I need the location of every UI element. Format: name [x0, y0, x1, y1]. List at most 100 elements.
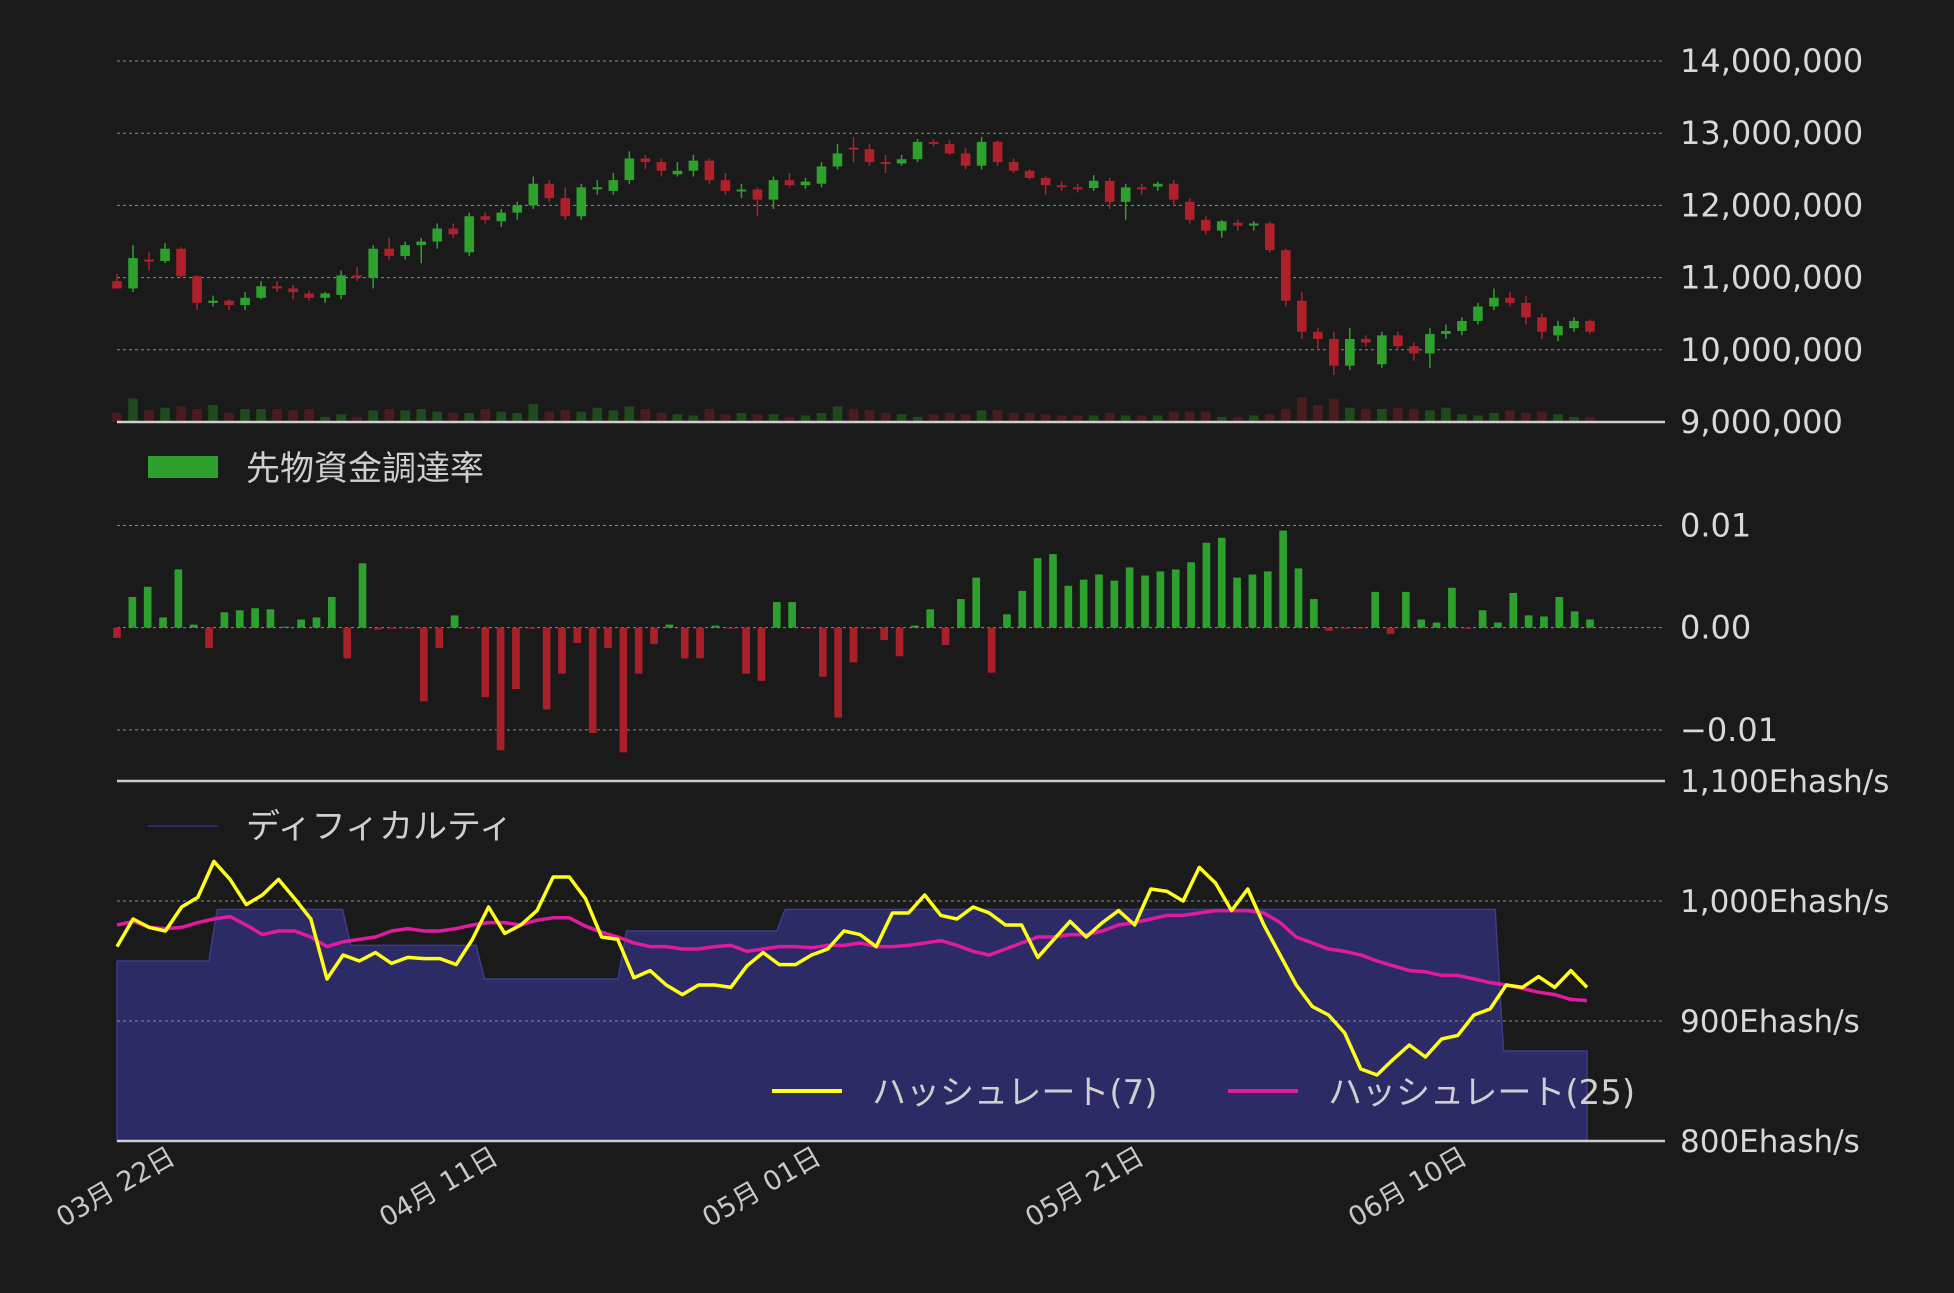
volume-bar — [128, 398, 138, 422]
funding-bar — [1064, 585, 1073, 628]
candle-body — [416, 241, 427, 246]
funding-bar — [266, 609, 275, 628]
funding-bar — [1033, 558, 1042, 628]
funding-bar — [1586, 619, 1594, 628]
candle-body — [128, 258, 138, 289]
hashrate7-legend-label: ハッシュレート(7) — [872, 1073, 1157, 1113]
funding-bar — [1233, 577, 1241, 628]
difficulty-legend-swatch — [148, 825, 218, 827]
difficulty-legend-label: ディフィカルティ — [246, 807, 513, 847]
funding-bar — [742, 627, 750, 674]
funding-bar — [235, 610, 244, 628]
funding-bar — [834, 627, 842, 718]
volume-bar — [640, 409, 651, 422]
funding-bar — [818, 627, 827, 677]
funding-tick-label: 0.01 — [1680, 506, 1751, 544]
candle-body — [800, 181, 811, 186]
funding-bar — [542, 627, 551, 710]
funding-bar — [1371, 591, 1380, 628]
volume-bar — [512, 412, 523, 422]
candle-body — [656, 162, 667, 171]
volume-bar — [1200, 411, 1211, 422]
funding-bar — [1049, 554, 1057, 628]
funding-bar — [450, 615, 459, 628]
volume-bar — [1184, 411, 1195, 422]
funding-bar — [1325, 627, 1333, 631]
funding-bar — [972, 577, 981, 628]
funding-bar — [358, 563, 367, 628]
hashrate-tick-label: 1,000Ehash/s — [1680, 884, 1889, 920]
candle-body — [1377, 335, 1387, 365]
volume-bar — [992, 410, 1003, 422]
volume-bar — [432, 411, 443, 422]
funding-bar — [1448, 587, 1456, 628]
candle-body — [288, 288, 298, 293]
funding-bar — [1202, 542, 1211, 628]
candle-body — [1457, 320, 1467, 332]
funding-bar — [496, 627, 505, 751]
volume-bar — [1008, 412, 1019, 422]
funding-bar — [634, 627, 643, 674]
funding-bar — [312, 617, 321, 628]
volume-bar — [544, 411, 555, 422]
candle-body — [1024, 170, 1035, 178]
candle-body — [1409, 346, 1419, 354]
funding-bar — [926, 609, 935, 628]
candle-body — [832, 153, 843, 167]
candle-body — [1329, 338, 1339, 366]
volume-bar — [1104, 412, 1115, 422]
funding-bar — [1386, 627, 1395, 634]
candle-body — [208, 300, 218, 303]
price-tick-label: 10,000,000 — [1680, 331, 1863, 369]
funding-legend-label: 先物資金調達率 — [246, 449, 484, 489]
funding-bar — [189, 624, 198, 628]
hashrate25-legend-label: ハッシュレート(25) — [1328, 1073, 1635, 1113]
volume-bar — [880, 412, 891, 422]
candle-body — [1505, 297, 1515, 303]
candle-body — [1521, 302, 1531, 318]
candle-body — [752, 189, 763, 200]
funding-bar — [588, 627, 597, 733]
volume-bar — [944, 412, 955, 422]
funding-bar — [941, 627, 950, 646]
candle-body — [448, 228, 459, 235]
funding-bar — [987, 627, 996, 673]
funding-bar — [680, 627, 689, 659]
volume-bar — [448, 412, 459, 422]
funding-bar — [803, 627, 812, 629]
funding-bar — [957, 599, 965, 628]
candle-body — [784, 180, 795, 186]
funding-bar — [481, 627, 490, 698]
x-tick-label: 04月 11日 — [374, 1141, 503, 1233]
candle-body — [336, 275, 346, 295]
candle-body — [304, 293, 314, 298]
hashrate-panel: ディフィカルティ ハッシュレート(7) ハッシュレート(25) 1,100Eha… — [115, 764, 1889, 1160]
funding-bar — [1279, 530, 1287, 628]
funding-bar — [696, 627, 704, 659]
candle-body — [224, 300, 234, 306]
volume-bar — [560, 410, 571, 422]
candle-body — [880, 162, 891, 165]
price-tick-label: 14,000,000 — [1680, 42, 1863, 80]
volume-bar — [160, 407, 170, 422]
funding-bar — [281, 626, 290, 628]
funding-bar — [1187, 562, 1195, 628]
hashrate-tick-label: 1,100Ehash/s — [1680, 764, 1889, 800]
funding-tick-label: 0.00 — [1680, 609, 1751, 647]
candle-body — [176, 248, 186, 277]
candle-body — [1168, 183, 1179, 200]
candle-body — [512, 205, 523, 213]
candle-body — [608, 180, 619, 191]
volume-bar — [480, 409, 491, 422]
volume-bar — [112, 412, 122, 422]
volume-bar — [704, 409, 715, 422]
funding-bar — [1171, 569, 1180, 628]
volume-bar — [592, 407, 603, 422]
candle-body — [992, 141, 1003, 163]
funding-bar — [880, 627, 889, 640]
funding-bar — [420, 627, 428, 702]
x-axis: 03月 22日 04月 11日 05月 01日 05月 21日 06月 10日 — [51, 1141, 1472, 1233]
volume-bar — [736, 412, 747, 422]
funding-bar — [404, 627, 413, 629]
candle-body — [1104, 180, 1115, 202]
